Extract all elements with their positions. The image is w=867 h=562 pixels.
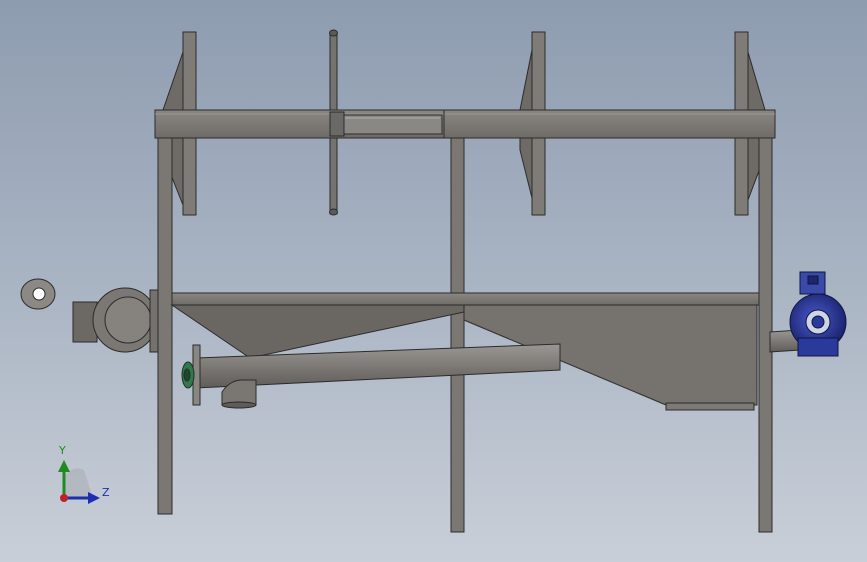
shaft-top-cap [329, 29, 338, 37]
z-axis-head [88, 492, 100, 504]
z-axis-label: Z [102, 486, 110, 499]
left-pulley-plate [149, 289, 159, 353]
center-leg [450, 137, 465, 533]
upper-frame [154, 29, 776, 216]
beam-rod-collar [329, 111, 345, 137]
hopper-top-rail [171, 292, 760, 306]
motor-base [797, 337, 839, 357]
gear-motor [789, 271, 847, 357]
washer-hole [32, 287, 46, 301]
left-leg [157, 137, 173, 515]
loose-washer [20, 278, 56, 310]
motor-top-detail [807, 275, 819, 285]
y-axis-label: Y [59, 444, 66, 457]
assembly-drawing [20, 29, 847, 533]
coordinate-triad [58, 460, 100, 504]
spout-opening [221, 401, 257, 409]
end-bearing-core [183, 368, 191, 382]
left-drive [72, 287, 159, 353]
cad-viewport[interactable]: Y Z [0, 0, 867, 562]
left-pulley-inner [104, 296, 152, 344]
triad-origin [60, 494, 68, 502]
motor-output-shaft [811, 315, 825, 329]
shaft-bottom-cap [329, 208, 338, 216]
hopper-outlet [665, 402, 755, 411]
y-axis-head [58, 460, 70, 472]
